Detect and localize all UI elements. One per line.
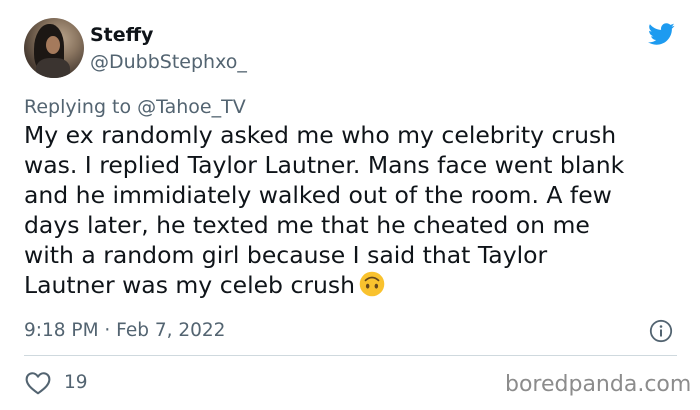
tweet-timestamp[interactable]: 9:18 PM · Feb 7, 2022 <box>24 319 225 343</box>
user-handle[interactable]: @DubbStephxo_ <box>90 50 247 74</box>
avatar-body <box>36 58 70 78</box>
upside-down-face-emoji <box>359 271 385 297</box>
replying-to-link[interactable]: Replying to @Tahoe_TV <box>24 95 246 119</box>
divider <box>24 355 677 356</box>
display-name[interactable]: Steffy <box>90 23 153 47</box>
watermark: boredpanda.com <box>505 372 692 397</box>
avatar[interactable] <box>24 18 84 78</box>
tweet-body: My ex randomly asked me who my celebrity… <box>24 121 625 299</box>
avatar-face <box>46 36 60 54</box>
heart-icon[interactable] <box>25 371 51 395</box>
tweet-text: My ex randomly asked me who my celebrity… <box>24 120 684 300</box>
info-icon[interactable] <box>649 319 673 343</box>
twitter-bird-icon[interactable] <box>645 20 677 48</box>
like-count: 19 <box>64 372 88 393</box>
